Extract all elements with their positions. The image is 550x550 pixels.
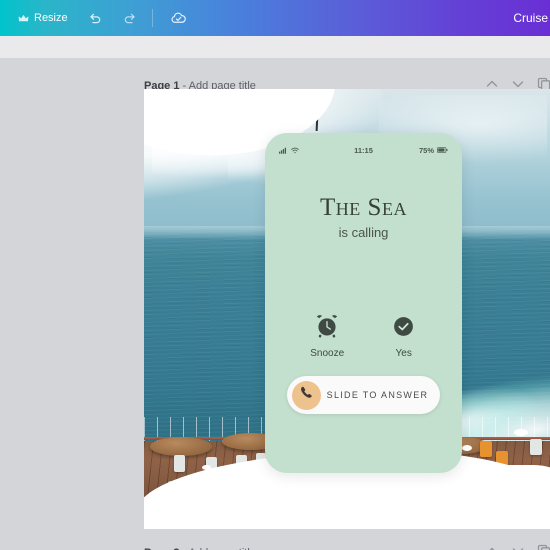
brush-speck: [202, 465, 211, 470]
undo-icon: [88, 11, 103, 26]
status-bar-time: 11:15: [354, 145, 373, 155]
redo-button[interactable]: [116, 4, 144, 32]
secondary-toolbar: [0, 36, 550, 58]
top-bar-left-group: Resize: [0, 4, 193, 32]
phone-mockup[interactable]: 11:15 75% The Sea is calling Snooze Yes …: [265, 133, 462, 473]
snooze-action[interactable]: Snooze: [310, 313, 344, 359]
snooze-label: Snooze: [310, 348, 345, 359]
toolbar-divider: [151, 9, 153, 27]
page-1-canvas[interactable]: 11:15 75% The Sea is calling Snooze Yes …: [144, 89, 550, 529]
phone-call-icon: [299, 385, 314, 405]
brush-speck: [462, 445, 472, 451]
redo-icon: [122, 11, 137, 26]
page-2-tools: [484, 543, 550, 550]
phone-status-bar: 11:15 75%: [265, 143, 462, 157]
cloud-check-icon: [170, 10, 187, 26]
yes-label: Yes: [395, 348, 412, 359]
slide-to-answer-label: SLIDE TO ANSWER: [326, 390, 429, 400]
page-2-header: Page 2 - Add page title: [144, 543, 550, 550]
app-top-bar: Resize Cruise: [0, 0, 550, 36]
photo-deck-chair: [530, 439, 542, 455]
photo-deck-table: [150, 437, 212, 456]
move-page-up-button[interactable]: [484, 543, 500, 550]
phone-call-icon-wrapper: [292, 380, 321, 410]
alarm-clock-icon: [314, 313, 340, 339]
project-name-field[interactable]: Cruise: [513, 11, 550, 25]
undo-button[interactable]: [82, 4, 110, 32]
resize-button-label: Resize: [34, 12, 68, 24]
phone-headline[interactable]: The Sea: [265, 195, 462, 220]
crown-icon: [18, 14, 29, 23]
cloud-save-status-button[interactable]: [165, 4, 193, 32]
yes-action[interactable]: Yes: [391, 313, 417, 359]
editor-workspace[interactable]: Page 1 - Add page title 11:15 75% The Se…: [0, 58, 550, 550]
check-circle-icon: [391, 313, 417, 339]
photo-deck-chair-orange: [480, 441, 492, 457]
resize-button[interactable]: Resize: [10, 8, 76, 28]
move-page-down-button[interactable]: [510, 543, 526, 550]
duplicate-page-button[interactable]: [536, 543, 550, 550]
phone-action-row: Snooze Yes: [265, 313, 462, 359]
slide-to-answer-button[interactable]: SLIDE TO ANSWER: [287, 376, 440, 414]
top-bar-right-group: Cruise: [513, 11, 550, 25]
brush-speck: [514, 429, 528, 436]
phone-subheadline[interactable]: is calling: [265, 225, 462, 240]
photo-deck-chair: [174, 455, 185, 472]
